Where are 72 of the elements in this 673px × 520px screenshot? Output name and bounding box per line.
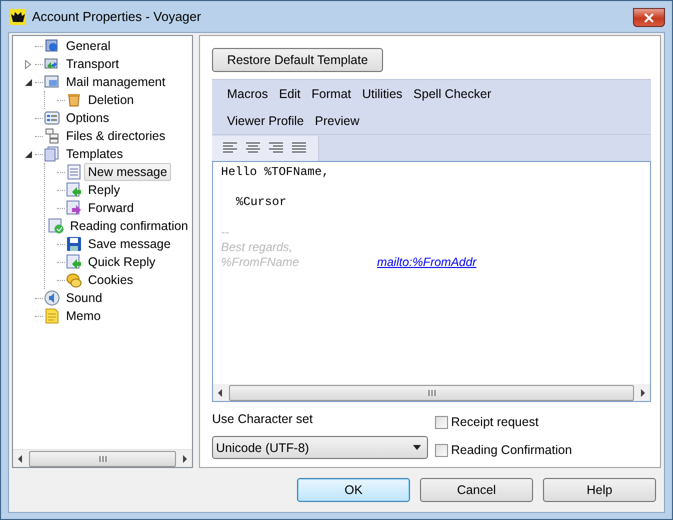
template-editor[interactable]: Hello %TOFName, %Cursor -- Best regards, %FromFName mailto:%FromAddr [212, 161, 651, 402]
scroll-right-icon[interactable] [641, 388, 645, 396]
close-button[interactable] [633, 8, 665, 27]
folder-tree-icon [44, 128, 60, 144]
tree-item[interactable]: Quick Reply [84, 253, 160, 271]
template-text: Hello %TOFName, [221, 165, 330, 180]
align-left-icon[interactable] [222, 142, 239, 154]
person-card-icon [44, 38, 60, 54]
document-icon [66, 164, 82, 180]
expanded-arrow-icon[interactable] [24, 150, 32, 158]
dialog-button[interactable]: Help [543, 478, 656, 502]
close-icon [643, 12, 655, 22]
align-right-icon[interactable] [268, 142, 285, 154]
dialog-button[interactable]: OK [297, 478, 410, 502]
menu-item[interactable]: Preview [312, 114, 368, 128]
tree-item[interactable]: Cookies [84, 271, 138, 289]
scroll-left-icon[interactable] [218, 388, 222, 396]
checkbox[interactable] [435, 416, 448, 428]
charset-label: Use Character set [212, 412, 314, 426]
template-text: %Cursor [235, 195, 286, 210]
restore-default-template-button[interactable]: Restore Default Template [212, 48, 383, 72]
signature-text: %FromFName [221, 255, 300, 270]
dropdown-arrow-icon [413, 445, 421, 450]
scroll-right-icon[interactable] [183, 454, 187, 462]
checkbox-label[interactable]: Reading Confirmation [451, 443, 572, 457]
grip-icon [98, 456, 106, 462]
tree-item[interactable]: Reading confirmation [66, 217, 192, 235]
tree-item[interactable]: Reply [84, 181, 124, 199]
tree-item[interactable]: General [62, 37, 114, 55]
mailto-link[interactable]: mailto:%FromAddr [377, 255, 476, 270]
horizontal-scrollbar[interactable] [13, 449, 192, 467]
menu-item[interactable]: Macros [224, 86, 276, 100]
checkbox[interactable] [435, 444, 448, 456]
envelope-window-icon [44, 74, 60, 90]
expanded-arrow-icon[interactable] [24, 78, 32, 86]
menu-item[interactable]: Utilities [359, 86, 410, 100]
tree-item[interactable]: Options [62, 109, 114, 127]
coins-icon [66, 272, 82, 288]
list-panel-icon [44, 110, 60, 126]
tree-item[interactable]: Mail management [62, 73, 170, 91]
tree-item[interactable]: Forward [84, 199, 138, 217]
checkbox-label[interactable]: Receipt request [451, 415, 539, 429]
basket-icon [66, 92, 82, 108]
window-title: Account Properties - Voyager [32, 9, 202, 24]
grip-icon [428, 390, 436, 396]
envelope-arrows-icon [44, 56, 60, 72]
dialog-button[interactable]: Cancel [420, 478, 533, 502]
tree-item[interactable]: Deletion [84, 91, 138, 109]
documents-icon [44, 146, 60, 162]
menu-item[interactable]: Viewer Profile [224, 114, 312, 128]
speaker-icon [44, 290, 60, 306]
charset-dropdown[interactable]: Unicode (UTF-8) [212, 436, 428, 459]
tree-item[interactable]: Transport [62, 55, 124, 73]
signature-text: -- [221, 225, 229, 240]
menu-item[interactable]: Edit [276, 86, 309, 100]
document-check-icon [48, 218, 64, 234]
menu-item[interactable]: Format [308, 86, 360, 100]
app-logo-icon [10, 8, 26, 24]
tree-item[interactable]: Sound [62, 289, 106, 307]
align-center-icon[interactable] [245, 142, 262, 154]
tree-item[interactable]: Files & directories [62, 127, 170, 145]
tree-item[interactable]: Templates [62, 145, 127, 163]
horizontal-scrollbar[interactable] [213, 384, 650, 401]
justify-icon[interactable] [291, 142, 308, 154]
tree-item[interactable]: Save message [84, 235, 175, 253]
menu-item[interactable]: Spell Checker [410, 86, 500, 100]
tree-item[interactable]: Memo [62, 307, 105, 325]
tree-item[interactable]: New message [84, 163, 172, 181]
signature-text: Best regards, [221, 240, 292, 255]
note-icon [44, 308, 60, 324]
scroll-left-icon[interactable] [18, 454, 22, 462]
collapsed-arrow-icon[interactable] [25, 60, 31, 68]
